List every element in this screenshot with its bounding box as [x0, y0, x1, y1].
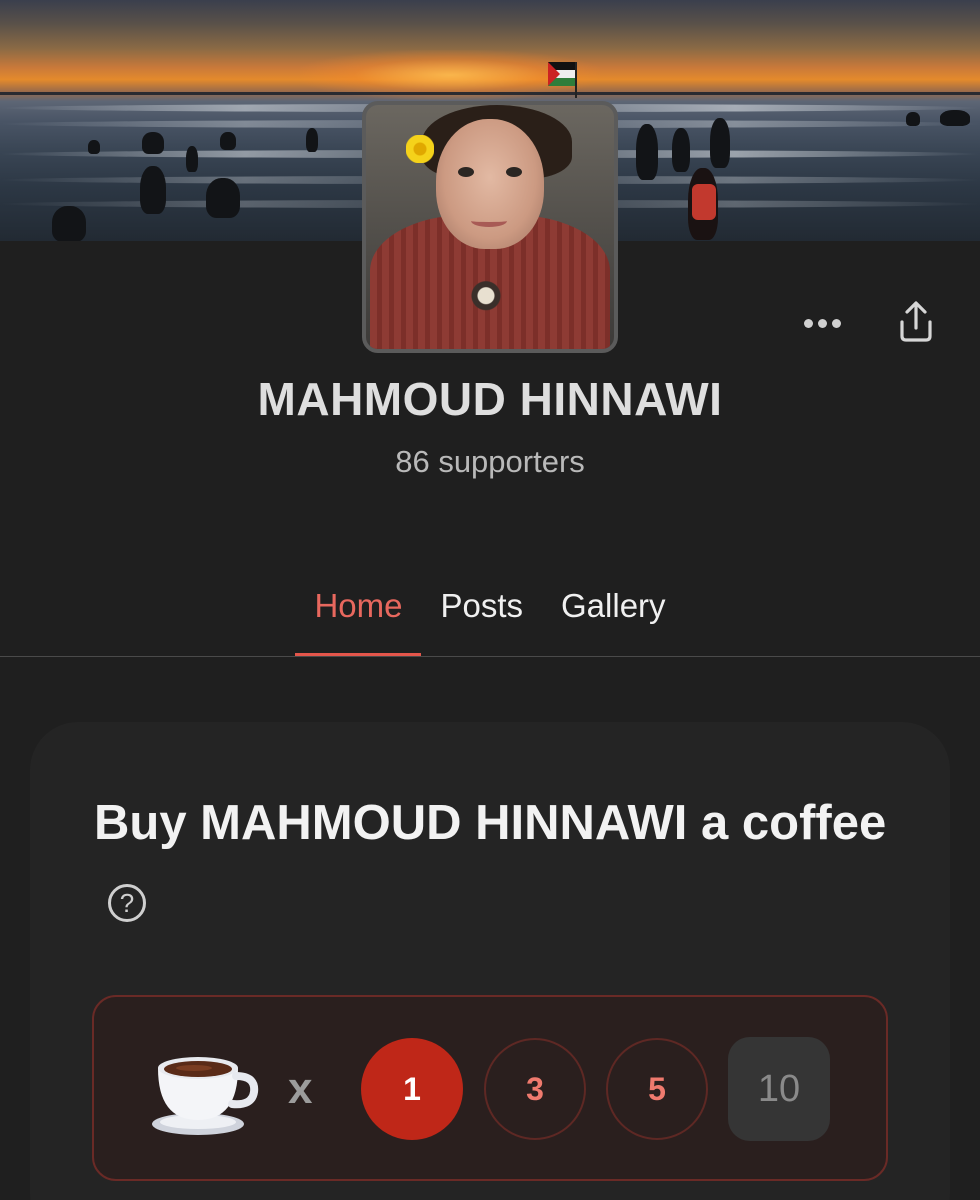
more-dot — [817, 318, 827, 328]
share-icon — [900, 301, 932, 342]
share-button[interactable] — [892, 298, 940, 346]
beach-person — [52, 206, 86, 241]
beach-person — [636, 124, 658, 180]
tab-posts[interactable]: Posts — [421, 582, 542, 656]
more-options-button[interactable] — [796, 306, 848, 340]
beach-person — [906, 112, 920, 126]
tab-gallery[interactable]: Gallery — [542, 582, 685, 656]
beach-person — [940, 110, 970, 126]
more-horizontal-icon — [803, 318, 813, 328]
beach-person — [220, 132, 236, 150]
beach-person — [710, 118, 730, 168]
quantity-option-5[interactable]: 5 — [606, 1038, 708, 1140]
quantity-option-3[interactable]: 3 — [484, 1038, 586, 1140]
profile-tabs: Home Posts Gallery — [0, 582, 980, 658]
tabs-divider — [0, 656, 980, 657]
flag — [548, 62, 577, 98]
beach-person-shirt — [692, 184, 716, 220]
beach-person — [186, 146, 198, 172]
beach-person — [206, 178, 240, 218]
beach-person — [140, 166, 166, 214]
horizon-line — [0, 92, 980, 95]
custom-quantity-input[interactable]: 10 — [728, 1037, 830, 1141]
help-circle-icon[interactable]: ? — [108, 884, 146, 923]
more-dot — [831, 318, 841, 328]
flower-icon — [406, 135, 434, 163]
creator-avatar — [362, 101, 618, 353]
tab-home[interactable]: Home — [295, 582, 422, 656]
creator-name: MAHMOUD HINNAWI — [257, 373, 723, 425]
beach-person — [142, 132, 164, 154]
beach-person — [672, 128, 690, 172]
quantity-option-1[interactable]: 1 — [361, 1038, 463, 1140]
beach-person — [88, 140, 100, 154]
coffee-cup-icon — [152, 1057, 259, 1135]
support-title: Buy MAHMOUD HINNAWI a coffee? — [94, 782, 894, 948]
multiplier-symbol: x — [288, 1064, 313, 1113]
beach-person — [306, 128, 318, 152]
supporters-count: 86 supporters — [395, 444, 585, 479]
support-title-text: Buy MAHMOUD HINNAWI a coffee — [94, 796, 887, 850]
